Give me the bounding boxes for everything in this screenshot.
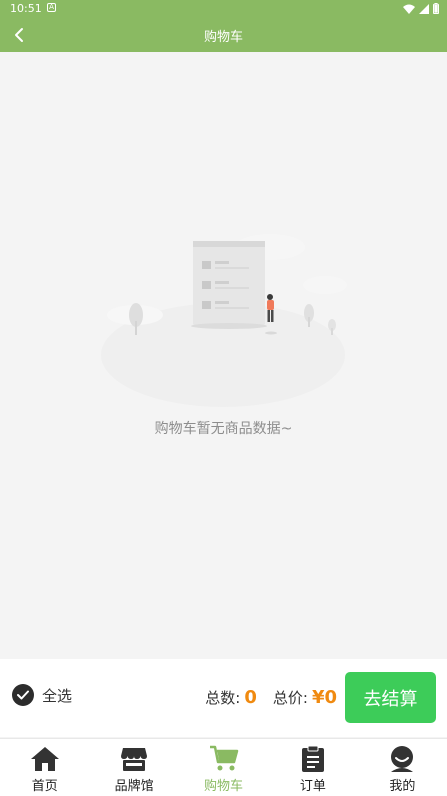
cart-screen: 10:51 A 购物车 购物车暂无商品数据~ 全选 总数: 0 总价: ¥0 去…	[0, 0, 447, 796]
signal-icon	[419, 3, 429, 14]
header: 购物车	[0, 18, 447, 52]
empty-cart-illustration	[100, 225, 350, 410]
page-title: 购物车	[203, 30, 243, 45]
tab-brand-label: 品牌馆	[114, 779, 154, 794]
select-all-label: 全选	[42, 686, 73, 705]
checkmark-circle-icon[interactable]	[12, 684, 34, 706]
totals: 总数: 0 总价: ¥0	[205, 687, 337, 708]
wifi-icon	[403, 4, 415, 14]
top-bar: 10:51 A 购物车	[0, 0, 447, 52]
store-icon	[119, 744, 149, 774]
cart-icon	[209, 744, 239, 774]
total-price-value: ¥0	[311, 687, 337, 708]
tab-brand[interactable]: 品牌馆	[89, 739, 178, 796]
total-count-value: 0	[244, 687, 257, 708]
battery-icon	[433, 3, 439, 14]
status-time: 10:51	[10, 2, 42, 15]
total-price-label: 总价:	[272, 689, 308, 707]
tab-profile[interactable]: 我的	[358, 739, 447, 796]
tab-orders-label: 订单	[299, 779, 326, 794]
total-count-label: 总数:	[205, 689, 241, 707]
tab-home[interactable]: 首页	[0, 739, 89, 796]
bottom-tab-bar: 首页 品牌馆 购物车 订单 我的	[0, 738, 447, 796]
empty-cart-message: 购物车暂无商品数据~	[154, 421, 293, 437]
system-icons	[403, 3, 439, 14]
tab-profile-label: 我的	[389, 779, 416, 794]
tab-cart[interactable]: 购物车	[179, 739, 268, 796]
status-bar: 10:51 A	[0, 0, 447, 18]
tab-home-label: 首页	[31, 779, 58, 794]
select-all-toggle[interactable]: 全选	[12, 684, 72, 706]
profile-icon	[387, 744, 417, 774]
checkout-button[interactable]: 去结算	[345, 672, 436, 723]
home-icon	[30, 744, 60, 774]
tab-cart-label: 购物车	[204, 779, 244, 794]
app-notification-icon: A	[47, 3, 56, 12]
tab-orders[interactable]: 订单	[268, 739, 357, 796]
checkout-bar: 全选 总数: 0 总价: ¥0 去结算	[0, 659, 447, 737]
order-icon	[298, 744, 328, 774]
